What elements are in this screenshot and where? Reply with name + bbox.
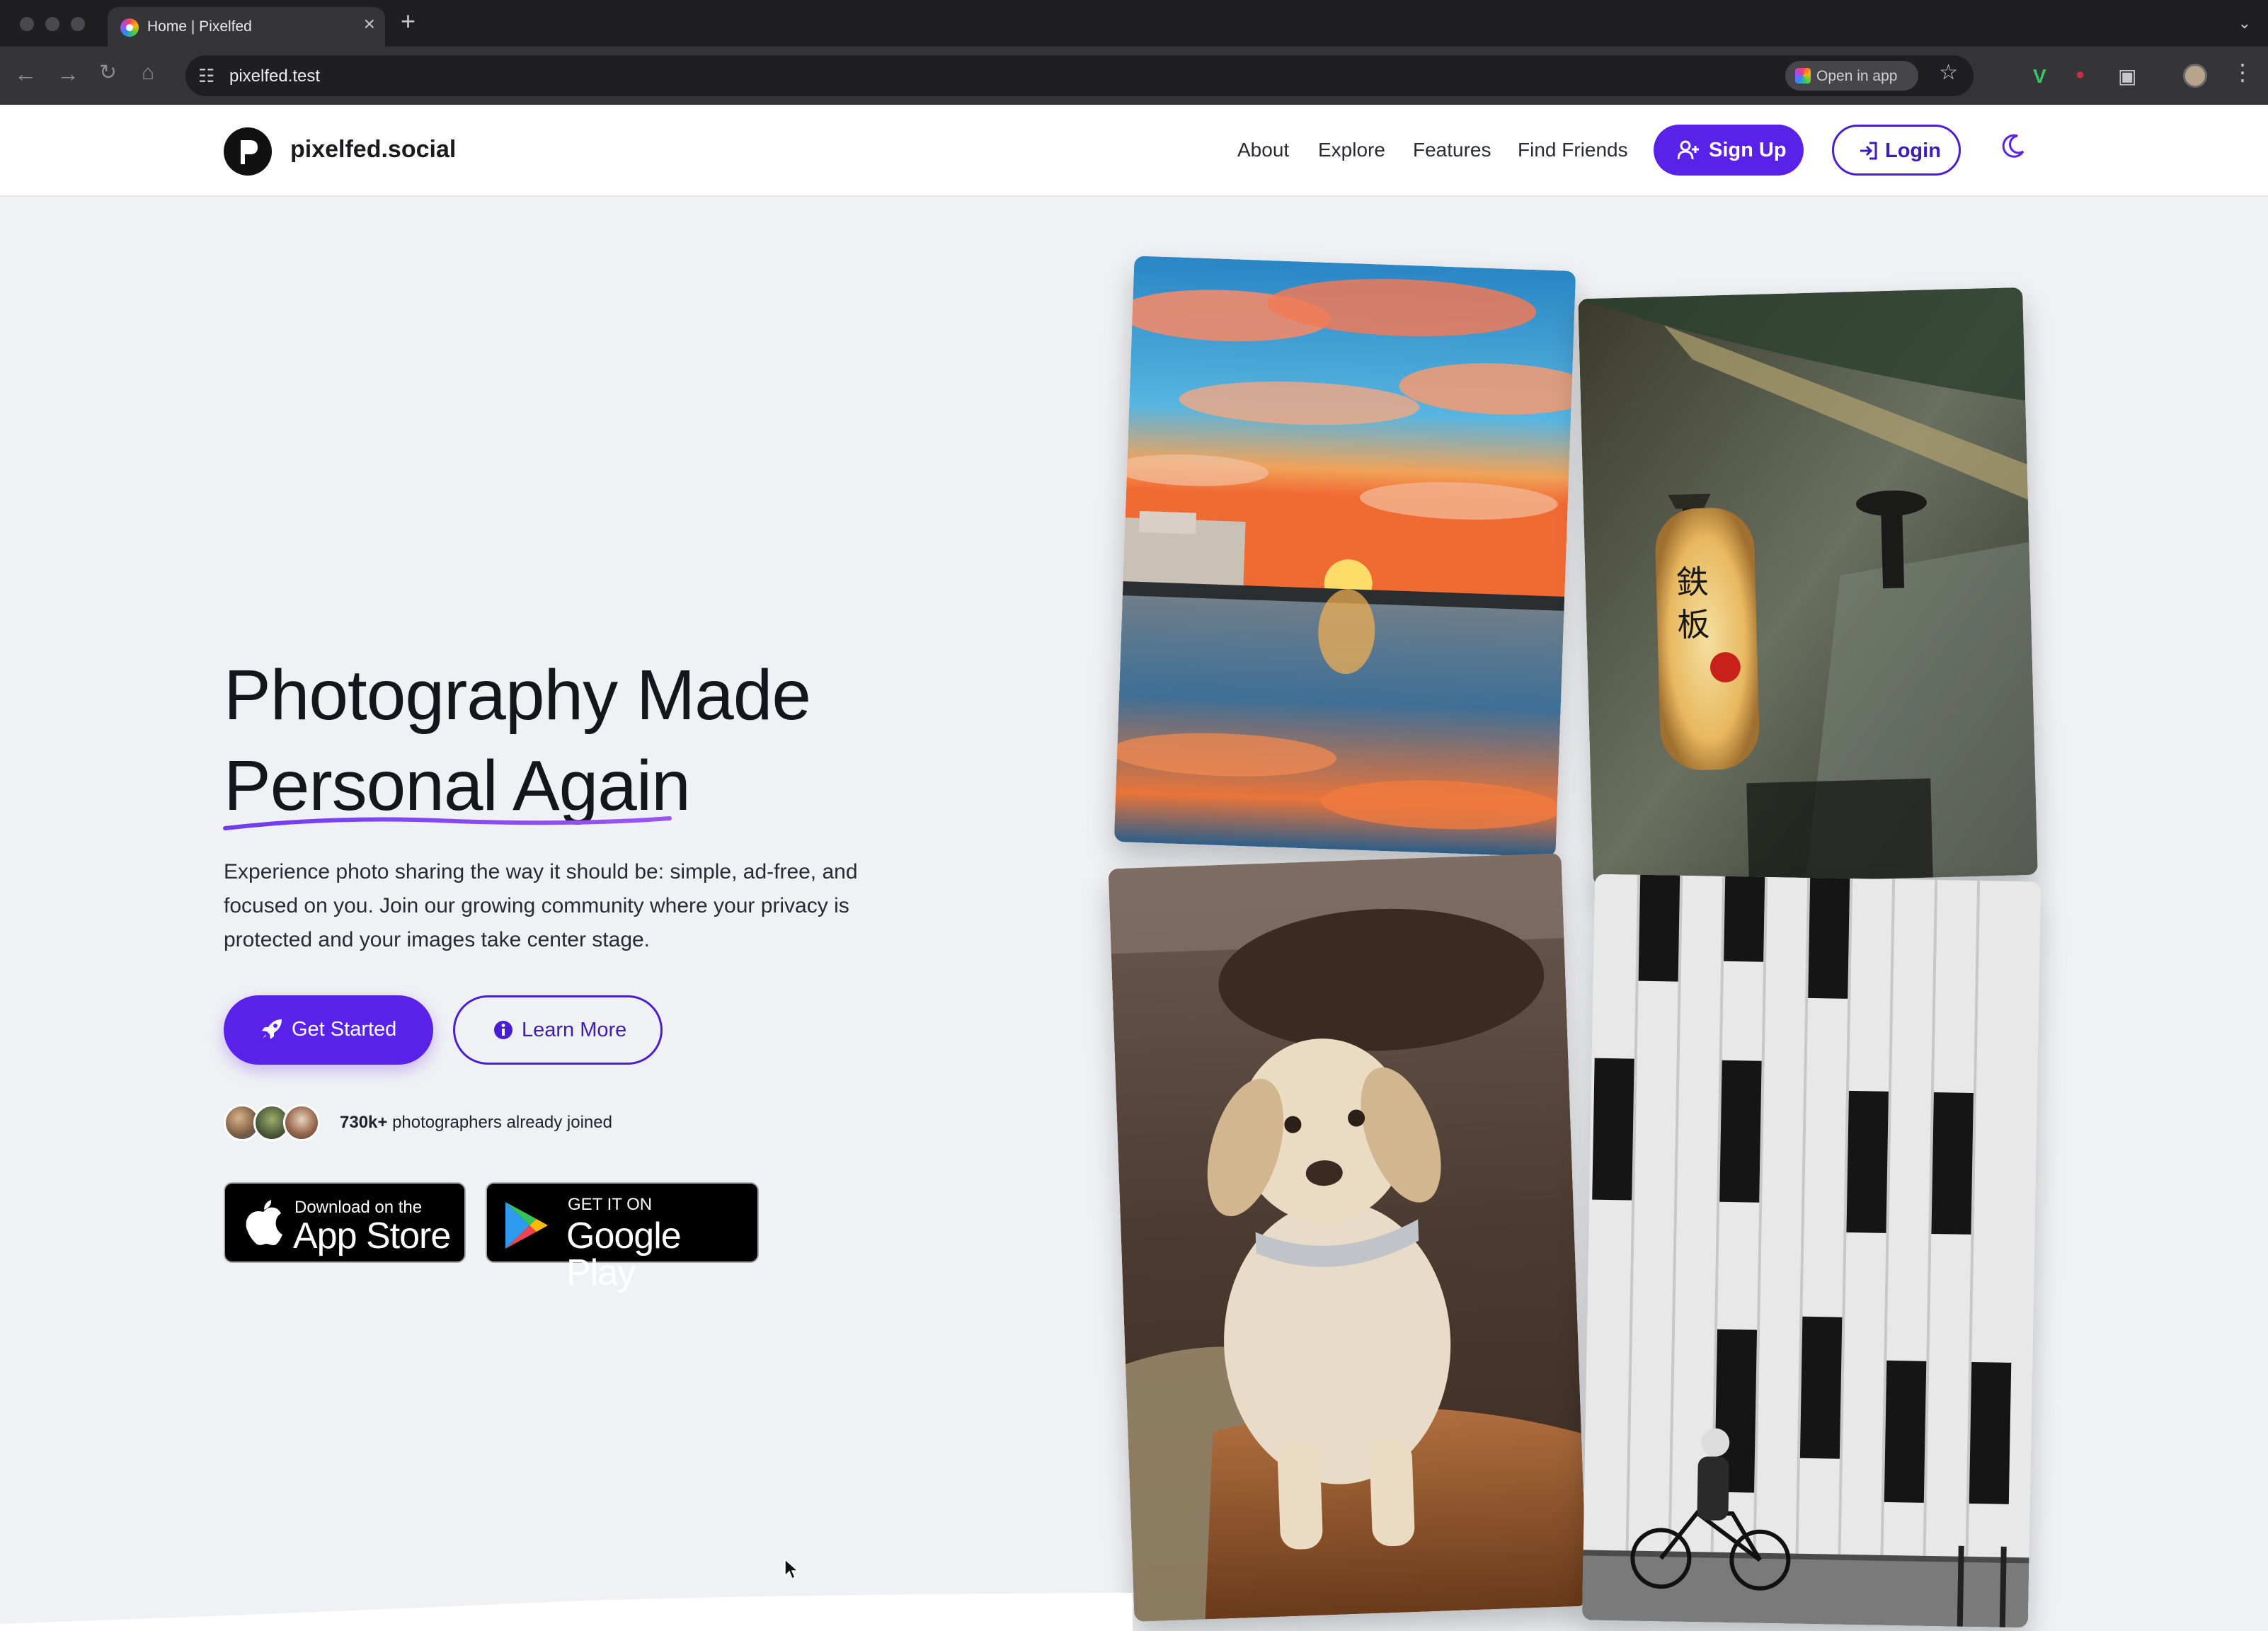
svg-text:●: ●	[1707, 641, 1743, 687]
rocket-icon	[262, 1019, 282, 1039]
google-play-big-text: Google Play	[566, 1215, 682, 1293]
bookmark-star-icon[interactable]: ☆	[1939, 62, 1958, 84]
address-url[interactable]: pixelfed.test	[229, 67, 320, 86]
new-tab-button[interactable]: +	[401, 8, 416, 34]
puppy-image	[1108, 853, 1588, 1622]
back-arrow-icon[interactable]: ←	[14, 62, 37, 85]
moon-icon[interactable]	[2000, 133, 2026, 159]
learn-more-button[interactable]: Learn More	[453, 995, 663, 1065]
address-bar[interactable]: ☷ pixelfed.test Open in app ☆	[185, 55, 1974, 96]
photo-cyclist-architecture[interactable]	[1581, 874, 2041, 1628]
sign-up-button[interactable]: Sign Up	[1654, 125, 1804, 176]
hero-title: Photography Made Personal Again	[224, 650, 1002, 831]
logo-text[interactable]: pixelfed.social	[290, 136, 456, 164]
nav-link-find-friends[interactable]: Find Friends	[1518, 139, 1628, 161]
mouse-cursor-icon	[784, 1559, 798, 1580]
joined-suffix: photographers already joined	[387, 1113, 612, 1132]
joined-count: 730k+	[340, 1113, 388, 1132]
google-play-small-text: GET IT ON	[568, 1195, 653, 1214]
app-store-badge[interactable]: Download on the App Store	[224, 1182, 466, 1263]
window-zoom-control[interactable]	[71, 17, 85, 31]
title-underline-squiggle	[223, 816, 672, 830]
login-button[interactable]: Login	[1832, 125, 1961, 176]
window-minimize-control[interactable]	[45, 17, 59, 31]
site-header: pixelfed.social About Explore Features F…	[0, 105, 2268, 197]
sunset-lake-image	[1113, 256, 1576, 857]
extensions-puzzle-icon[interactable]: ▣	[2118, 67, 2136, 86]
login-arrow-icon	[1860, 142, 1877, 160]
reload-icon[interactable]: ↻	[99, 62, 117, 84]
info-circle-icon	[494, 1021, 512, 1039]
app-store-small-text: Download on the	[294, 1198, 423, 1217]
sign-up-label: Sign Up	[1709, 139, 1787, 161]
profile-avatar[interactable]	[2183, 64, 2207, 88]
open-in-app-button[interactable]: Open in app	[1785, 61, 1918, 91]
google-play-icon	[505, 1202, 548, 1249]
get-started-label: Get Started	[292, 1018, 397, 1041]
hero-description: Experience photo sharing the way it shou…	[224, 860, 858, 951]
nav-link-features[interactable]: Features	[1413, 139, 1491, 161]
browser-tab-active[interactable]: Home | Pixelfed ×	[108, 7, 385, 47]
window-close-control[interactable]	[20, 17, 34, 31]
hero-title-line-1: Photography Made	[224, 656, 811, 735]
svg-text:板: 板	[1677, 605, 1710, 644]
rainy-street-image: 鉄 板 ●	[1578, 287, 2038, 887]
apple-logo-icon	[246, 1200, 282, 1245]
browser-menu-icon[interactable]: ⋮	[2231, 61, 2254, 84]
app-store-big-text: App Store	[293, 1215, 451, 1257]
pixelfed-logo-icon[interactable]	[224, 127, 272, 176]
photo-puppy[interactable]	[1108, 853, 1588, 1622]
get-started-button[interactable]: Get Started	[224, 995, 433, 1065]
google-play-badge[interactable]: GET IT ON Google Play	[486, 1182, 759, 1291]
forward-arrow-icon[interactable]: →	[57, 62, 79, 85]
tab-title: Home | Pixelfed	[147, 18, 252, 35]
browser-tabstrip: Home | Pixelfed × + ⌄	[0, 0, 2268, 47]
learn-more-label: Learn More	[522, 1019, 627, 1041]
cyclist-architecture-image	[1581, 874, 2041, 1628]
pixelfed-favicon-icon	[120, 18, 139, 37]
section-divider-wave	[0, 1593, 1133, 1631]
logo-p-glyph	[241, 140, 258, 164]
extension-red-icon[interactable]: ●	[2075, 67, 2085, 82]
joined-count-text: 730k+ photographers already joined	[340, 1113, 612, 1133]
login-label: Login	[1885, 139, 1941, 162]
nav-link-explore[interactable]: Explore	[1318, 139, 1385, 161]
home-icon[interactable]: ⌂	[142, 62, 154, 84]
photo-sunset-lake[interactable]	[1113, 256, 1576, 857]
site-info-icon[interactable]: ☷	[198, 65, 214, 87]
tab-close-icon[interactable]: ×	[364, 14, 375, 34]
tab-search-chevron-icon[interactable]: ⌄	[2238, 14, 2251, 33]
browser-toolbar: ← → ↻ ⌂ ☷ pixelfed.test Open in app ☆ V …	[0, 47, 2268, 105]
svg-text:鉄: 鉄	[1676, 563, 1709, 602]
pixelfed-app-icon	[1795, 68, 1811, 84]
nav-link-about[interactable]: About	[1237, 139, 1289, 161]
extension-v-icon[interactable]: V	[2033, 67, 2046, 86]
open-in-app-label: Open in app	[1816, 68, 1898, 84]
user-plus-icon	[1678, 140, 1699, 160]
photo-rainy-street-lantern[interactable]: 鉄 板 ●	[1578, 287, 2038, 887]
member-avatar	[283, 1104, 320, 1141]
